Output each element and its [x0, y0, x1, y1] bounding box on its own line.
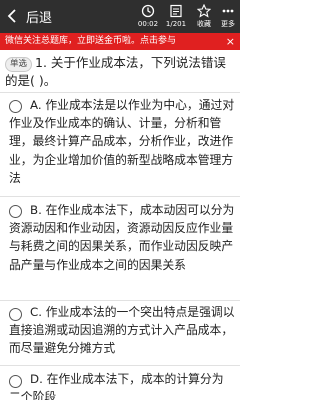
option-c-text: C. 作业成本法的一个突出特点是强调以直接追溯或动因追溯的方式计入产品成本，而尽… — [9, 305, 235, 356]
promo-banner[interactable]: 微信关注总题库，立即送金币啦。点击参与 × — [0, 33, 240, 50]
divider — [0, 196, 240, 197]
option-d-text: D. 在作业成本法下，成本的计算分为二个阶段 — [9, 372, 224, 400]
banner-text: 微信关注总题库，立即送金币啦。点击参与 — [5, 36, 177, 46]
clock-icon — [141, 4, 155, 18]
back-button[interactable]: 后退 — [6, 4, 52, 28]
question-stem: 单选 1. 关于作业成本法，下列说法错误的是( )。 — [5, 54, 237, 89]
question-text: 1. 关于作业成本法，下列说法错误的是( )。 — [5, 55, 226, 88]
option-a-text: A. 作业成本法是以作业为中心，通过对作业及作业成本的确认、计量，分析和管理，最… — [9, 98, 235, 185]
more-label: 更多 — [221, 20, 235, 28]
chevron-left-icon — [7, 9, 16, 23]
back-label: 后退 — [26, 10, 53, 26]
divider — [0, 300, 240, 301]
more-icon — [222, 9, 234, 13]
divider — [0, 365, 240, 366]
timer-value: 00:02 — [137, 20, 159, 28]
page-count: 1/201 — [165, 20, 187, 28]
timer[interactable]: 00:02 — [134, 0, 162, 33]
more-button[interactable]: 更多 — [214, 0, 242, 33]
option-b-text: B. 在作业成本法下，成本动因可以分为资源动因和作业动因，资源动因反应作业量与耗… — [9, 203, 235, 272]
star-icon — [197, 4, 211, 18]
question-type-badge: 单选 — [5, 57, 33, 72]
list-icon — [170, 4, 182, 18]
divider — [0, 92, 240, 93]
close-icon[interactable]: × — [226, 33, 235, 50]
top-toolbar: 后退 00:02 1/201 收藏 更多 — [0, 0, 240, 33]
page-indicator[interactable]: 1/201 — [162, 0, 190, 33]
